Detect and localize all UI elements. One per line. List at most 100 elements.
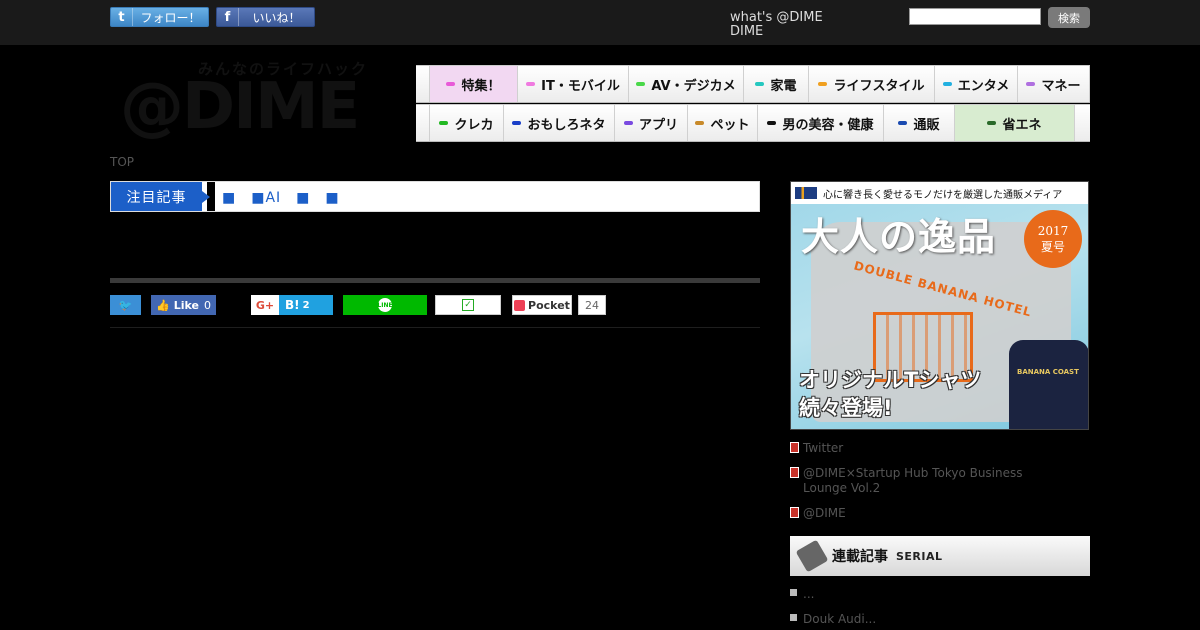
- ad-title: 大人の逸品: [801, 214, 997, 259]
- thumbs-up-icon: 👍: [156, 298, 170, 312]
- ad-badge-year: 2017: [1037, 224, 1069, 238]
- arrow-icon: [790, 467, 799, 478]
- nav-item-label: ペット: [710, 117, 750, 133]
- nav-marker-icon: [1026, 82, 1036, 86]
- facebook-like-label: いいね！: [252, 10, 301, 25]
- nav-item-kureka[interactable]: クレカ: [429, 105, 503, 141]
- nav-item-label: 家電: [770, 78, 797, 94]
- nav-item-apps[interactable]: アプリ: [614, 105, 687, 141]
- twitter-follow-button[interactable]: t フォロー！: [110, 7, 209, 27]
- facebook-like-button[interactable]: f いいね！: [216, 7, 315, 27]
- nav-item-label: おもしろネタ: [527, 117, 606, 133]
- nav-marker-icon: [898, 121, 908, 125]
- main-nav-row1: 特集！ IT・モバイル AV・デジカメ 家電 ライフスタイル エンタメ マネー: [416, 65, 1090, 103]
- line-icon: LINE: [377, 298, 393, 312]
- google-plus-icon: G+: [255, 298, 275, 312]
- serial-item[interactable]: Douk Audi...: [790, 612, 876, 626]
- nav-item-tsuhan[interactable]: 通販: [883, 105, 954, 141]
- nav-marker-icon: [987, 121, 997, 125]
- ad-topline-text: 心に響き長く愛せるモノだけを厳選した通販メディア: [823, 189, 1063, 201]
- search-input[interactable]: [909, 8, 1041, 25]
- serial-item-label: Douk Audi...: [803, 612, 877, 626]
- serial-item-label: ...: [803, 587, 815, 601]
- nav-item-label: エンタメ: [957, 78, 1010, 94]
- nav-marker-icon: [512, 121, 522, 125]
- serial-header: 連載記事 SERIAL: [790, 536, 1090, 576]
- side-link-startup-hub[interactable]: @DIME×Startup Hub Tokyo Business Lounge …: [790, 466, 1050, 496]
- nav-item-label: 省エネ: [1002, 117, 1042, 133]
- pocket-label: Pocket: [528, 298, 570, 312]
- nav-item-mens-beauty[interactable]: 男の美容・健康: [757, 105, 883, 141]
- serial-title-jp: 連載記事: [832, 549, 888, 565]
- nav-marker-icon: [818, 82, 828, 86]
- nav-item-av-digicame[interactable]: AV・デジカメ: [628, 66, 743, 102]
- nav-item-it-mobile[interactable]: IT・モバイル: [517, 66, 628, 102]
- google-plus-button[interactable]: G+: [251, 295, 279, 315]
- fb-like-count: 0: [203, 298, 211, 312]
- search-button[interactable]: 検索: [1048, 7, 1090, 28]
- top-bar: t フォロー！ f いいね！ what's @DIME DIME 検索: [0, 0, 1200, 45]
- whats-dime-link[interactable]: what's @DIME DIME: [730, 11, 823, 39]
- nav-item-label: 男の美容・健康: [782, 117, 874, 133]
- nav-item-money[interactable]: マネー: [1017, 66, 1090, 102]
- nav-item-label: 特集！: [461, 78, 501, 94]
- site-logo[interactable]: みんなのライフハック @DIME: [110, 58, 385, 148]
- pocket-button[interactable]: Pocket: [512, 295, 572, 315]
- line-share-button[interactable]: LINE: [343, 295, 427, 315]
- serial-item[interactable]: ...: [790, 587, 814, 601]
- nav-item-tokushu[interactable]: 特集！: [429, 66, 517, 102]
- nav-item-label: IT・モバイル: [541, 78, 620, 94]
- nav-item-lifestyle[interactable]: ライフスタイル: [808, 66, 934, 102]
- otona-no-ippin-banner[interactable]: 心に響き長く愛せるモノだけを厳選した通販メディア 大人の逸品 2017 夏号 D…: [790, 181, 1089, 430]
- nav-marker-icon: [439, 121, 449, 125]
- hatena-bookmark-button[interactable]: B! 2: [279, 295, 333, 315]
- nav-item-pet[interactable]: ペット: [687, 105, 757, 141]
- nav-item-label: アプリ: [638, 117, 678, 133]
- bullet-icon: [790, 589, 797, 596]
- hatena-count: 2: [302, 299, 310, 311]
- twitter-share-button[interactable]: 🐦: [110, 295, 141, 315]
- ad-bottom-line1: オリジナルTシャツ: [799, 368, 982, 392]
- side-link-label: @DIME: [803, 506, 846, 520]
- twitter-bird-icon: 🐦: [118, 298, 133, 312]
- ad-bottom-text: オリジナルTシャツ 続々登場!: [799, 366, 981, 422]
- nav-item-kaden[interactable]: 家電: [743, 66, 808, 102]
- nav-marker-icon: [755, 82, 765, 86]
- nav-marker-icon: [942, 82, 952, 86]
- nav-marker-icon: [446, 82, 456, 86]
- ad-bottom-line2: 続々登場!: [799, 396, 893, 420]
- serial-title-en: SERIAL: [896, 549, 943, 563]
- twitter-follow-label: フォロー！: [140, 10, 201, 25]
- nav-item-label: 通販: [913, 117, 940, 133]
- side-link-label: @DIME×Startup Hub Tokyo Business Lounge …: [803, 466, 1023, 495]
- attention-label: 注目記事: [111, 182, 210, 211]
- twitter-icon: t: [111, 8, 133, 26]
- fb-like-label: Like: [173, 298, 199, 312]
- nav-marker-icon: [767, 121, 777, 125]
- breadcrumb[interactable]: TOP: [110, 155, 134, 169]
- facebook-icon: f: [217, 8, 239, 26]
- pocket-icon: [514, 299, 526, 311]
- nav-marker-icon: [695, 121, 705, 125]
- navy-tshirt-image: [1009, 340, 1088, 429]
- nav-item-label: マネー: [1041, 78, 1081, 94]
- bullet-icon: [790, 614, 797, 621]
- side-link-twitter[interactable]: Twitter: [790, 441, 1050, 456]
- nav-marker-icon: [526, 82, 536, 86]
- attention-article-link[interactable]: ■ ■AI ■ ■: [222, 187, 340, 207]
- navy-tshirt-text: BANANA COAST: [1017, 368, 1079, 376]
- line-check-box[interactable]: ✓: [435, 295, 501, 315]
- side-link-dime[interactable]: @DIME: [790, 506, 1050, 521]
- attention-ticker: 注目記事 ■ ■AI ■ ■: [110, 181, 760, 212]
- nav-item-shoene[interactable]: 省エネ: [954, 105, 1075, 141]
- nav-item-omoshiro[interactable]: おもしろネタ: [503, 105, 614, 141]
- facebook-share-button[interactable]: 👍 Like 0: [151, 295, 216, 315]
- logo-mark: @DIME: [120, 70, 360, 144]
- flag-icon: [795, 187, 817, 199]
- nav-item-entame[interactable]: エンタメ: [934, 66, 1017, 102]
- check-icon: ✓: [462, 299, 474, 311]
- main-nav-row2: クレカ おもしろネタ アプリ ペット 男の美容・健康 通販 省エネ: [416, 104, 1090, 142]
- ad-topline: 心に響き長く愛せるモノだけを厳選した通販メディア: [791, 182, 1088, 204]
- share-rule: [110, 327, 760, 328]
- pen-icon: [795, 539, 829, 573]
